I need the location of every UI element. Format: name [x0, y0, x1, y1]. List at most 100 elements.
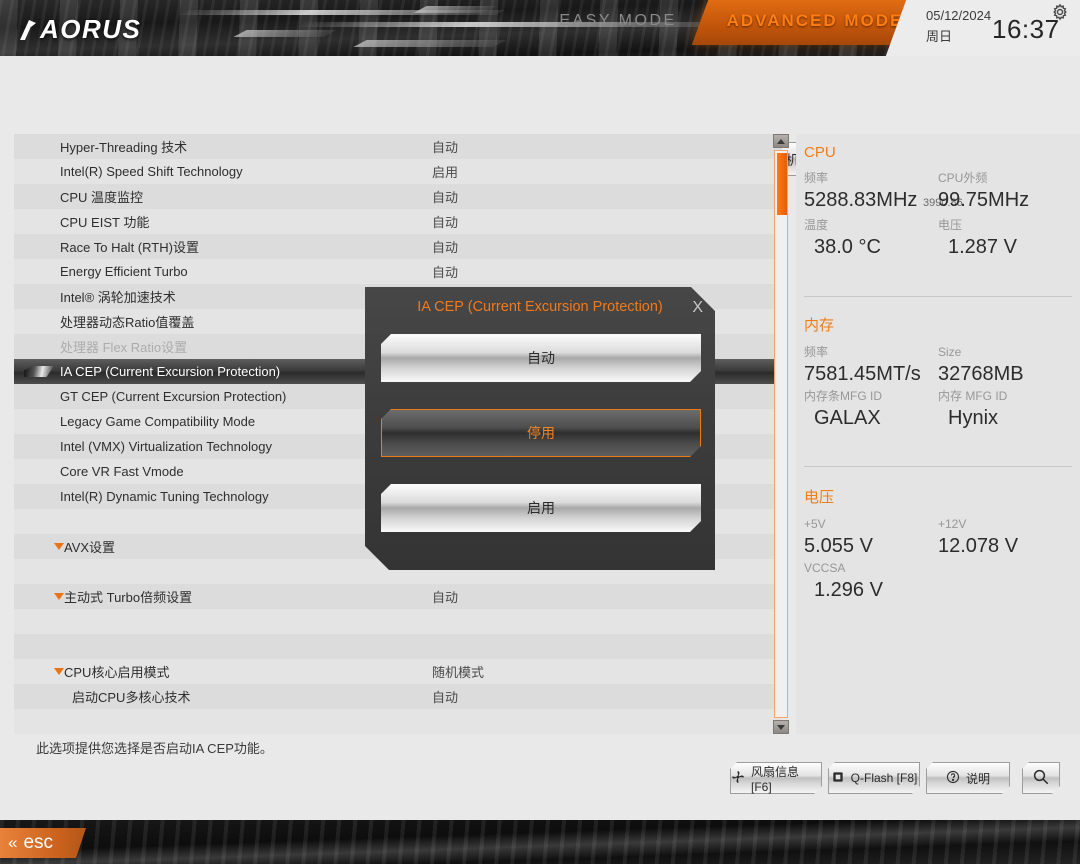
settings-row-label: Intel® 涡轮加速技术 — [60, 290, 176, 305]
monitor-cell-label: 温度 — [804, 218, 829, 232]
monitor-cell-value-text: 5.055 V — [804, 535, 873, 557]
monitor-section: 电压 +5V 5.055 V +12V 12.078 V VCCSA 1.296 V — [804, 486, 1072, 604]
monitor-cell-label: +12V — [938, 517, 967, 531]
app-header: AORUS EASY MODE ADVANCED MODE 05/12/2024… — [0, 0, 1080, 56]
footer-button-label: Q-Flash [F8] — [850, 771, 918, 785]
monitor-row: +5V 5.055 V +12V 12.078 V — [804, 516, 1072, 560]
settings-row-label: 处理器 Flex Ratio设置 — [60, 340, 188, 355]
monitor-section: 内存 频率 7581.45MT/s Size 32768MB 内存条MFG ID GALAX… — [804, 314, 1072, 432]
monitor-cell: Size 32768MB — [938, 344, 1072, 388]
monitor-cell-value: 32768MB — [938, 361, 1072, 388]
settings-row-label: GT CEP (Current Excursion Protection) — [60, 389, 287, 404]
footer-button-1[interactable]: Q-Flash [F8] — [828, 762, 920, 794]
monitor-row: 频率 7581.45MT/s Size 32768MB — [804, 344, 1072, 388]
monitor-row: 频率 5288.83MHz 3990.86 CPU外频 99.75MHz — [804, 170, 1072, 217]
monitor-cell-label: 频率 — [804, 171, 829, 185]
settings-row-value: 自动 — [432, 190, 459, 205]
ia-cep-dialog: IA CEP (Current Excursion Protection) X … — [365, 287, 715, 570]
settings-scrollbar[interactable] — [773, 134, 789, 734]
esc-button[interactable]: « esc — [0, 828, 86, 858]
gear-icon[interactable] — [1050, 2, 1070, 22]
settings-row[interactable]: CPU 温度监控 自动 — [14, 184, 782, 209]
settings-row-value: 随机模式 — [432, 665, 485, 680]
settings-row[interactable]: CPU核心启用模式 随机模式 — [14, 659, 782, 684]
clock-panel: 05/12/2024 周日 16:37 — [920, 0, 1080, 56]
settings-row-label: Intel (VMX) Virtualization Technology — [60, 439, 272, 454]
monitor-cell-value-text: 12.078 V — [938, 535, 1019, 557]
monitor-cell: 频率 7581.45MT/s — [804, 344, 938, 388]
settings-row[interactable]: Race To Halt (RTH)设置 自动 — [14, 234, 782, 259]
settings-row[interactable]: Intel(R) Speed Shift Technology 启用 — [14, 159, 782, 184]
monitor-cell-value-text: GALAX — [814, 407, 881, 429]
advanced-mode-button[interactable]: ADVANCED MODE — [710, 8, 920, 34]
footer-button-label: 风扇信息 [F6] — [751, 764, 800, 794]
fan-icon — [731, 770, 745, 787]
monitor-cell: +5V 5.055 V — [804, 516, 938, 560]
settings-row-spacer — [14, 609, 782, 634]
settings-row-label: IA CEP (Current Excursion Protection) — [60, 364, 281, 379]
bottom-bar: « esc 值 什么值得买 SMZDM.NET — [0, 820, 1080, 864]
scrollbar-track[interactable] — [774, 150, 788, 718]
settings-row-label: Energy Efficient Turbo — [60, 264, 188, 279]
settings-row-label: 主动式 Turbo倍频设置 — [64, 590, 193, 605]
main-tab-bar: 开启我的偏好页面 (F11)频率/电压控制设置系统信息开机功能设置储存并离开 — [0, 56, 1080, 128]
footer-button-2[interactable]: 说明 — [926, 762, 1010, 794]
monitor-cell-value: 1.296 V — [804, 577, 938, 604]
settings-row[interactable]: CPU EIST 功能 自动 — [14, 209, 782, 234]
dialog-option-auto[interactable]: 自动 — [381, 334, 701, 382]
dialog-option-disabled[interactable]: 停用 — [381, 409, 701, 457]
monitor-cell-value-text: Hynix — [948, 407, 999, 429]
monitor-cell-value: 5.055 V — [804, 533, 938, 560]
monitor-cell-value: GALAX — [804, 405, 938, 432]
triangle-down-icon — [54, 668, 64, 675]
monitor-section-title: CPU — [804, 144, 836, 161]
scroll-down-button[interactable] — [773, 720, 789, 734]
settings-row-label: 处理器动态Ratio值覆盖 — [60, 315, 195, 330]
clock-weekday: 周日 — [926, 29, 953, 44]
monitor-cell: 内存条MFG ID GALAX — [804, 388, 938, 432]
monitor-cell-value: 1.287 V — [938, 234, 1072, 261]
settings-row-label: Intel(R) Speed Shift Technology — [60, 164, 243, 179]
monitor-cell-label: 内存 MFG ID — [938, 389, 1008, 403]
monitor-cell-value: 7581.45MT/s — [804, 361, 938, 388]
settings-row[interactable]: Hyper-Threading 技术 自动 — [14, 134, 782, 159]
scroll-up-button[interactable] — [773, 134, 789, 148]
search-button[interactable] — [1022, 762, 1060, 794]
settings-row-spacer — [14, 634, 782, 659]
monitor-row: 温度 38.0 °C 电压 1.287 V — [804, 217, 1072, 261]
scrollbar-thumb[interactable] — [777, 153, 787, 215]
dialog-option-enabled[interactable]: 启用 — [381, 484, 701, 532]
monitor-cell: +12V 12.078 V — [938, 516, 1072, 560]
esc-label: esc — [23, 832, 54, 853]
settings-row-value: 自动 — [432, 590, 459, 605]
monitor-cell-value: 5288.83MHz 3990.86 — [804, 187, 963, 217]
aorus-wordmark: AORUS — [40, 14, 142, 44]
settings-row-label: Race To Halt (RTH)设置 — [60, 240, 199, 255]
footer-button-0[interactable]: 风扇信息 [F6] — [730, 762, 822, 794]
settings-row-label: Legacy Game Compatibility Mode — [60, 414, 256, 429]
settings-row-label: CPU 温度监控 — [60, 190, 144, 205]
monitor-row: 内存条MFG ID GALAX 内存 MFG ID Hynix — [804, 388, 1072, 432]
settings-row-label: CPU EIST 功能 — [60, 215, 150, 230]
monitor-cell-value: 38.0 °C — [804, 234, 938, 261]
monitor-cell-value-text: 38.0 °C — [814, 236, 881, 258]
selection-marker-icon — [24, 366, 54, 377]
settings-row[interactable]: 主动式 Turbo倍频设置 自动 — [14, 584, 782, 609]
settings-row-label: Core VR Fast Vmode — [60, 464, 184, 479]
close-icon[interactable]: X — [692, 299, 703, 317]
monitor-cell: 电压 1.287 V — [938, 217, 1072, 261]
monitor-cell-value-text: 1.296 V — [814, 579, 883, 601]
hardware-monitor-panel: CPU 频率 5288.83MHz 3990.86 CPU外频 99.75MHz 温度 38… — [796, 134, 1080, 734]
falcon-icon — [16, 18, 38, 42]
monitor-cell: 频率 5288.83MHz 3990.86 — [804, 170, 963, 217]
easy-mode-button[interactable]: EASY MODE — [538, 8, 698, 34]
monitor-cell-value-text: 1.287 V — [948, 236, 1017, 258]
settings-row-label: CPU核心启用模式 — [64, 665, 170, 680]
settings-row[interactable]: Energy Efficient Turbo 自动 — [14, 259, 782, 284]
bottom-bar-background — [0, 820, 1080, 864]
monitor-cell-label: 内存条MFG ID — [804, 389, 882, 403]
monitor-cell-value-text: 7581.45MT/s — [804, 363, 921, 385]
settings-row[interactable]: 启动CPU多核心技术 自动 — [14, 684, 782, 709]
monitor-divider — [804, 466, 1072, 467]
monitor-cell-label: Size — [938, 345, 962, 359]
